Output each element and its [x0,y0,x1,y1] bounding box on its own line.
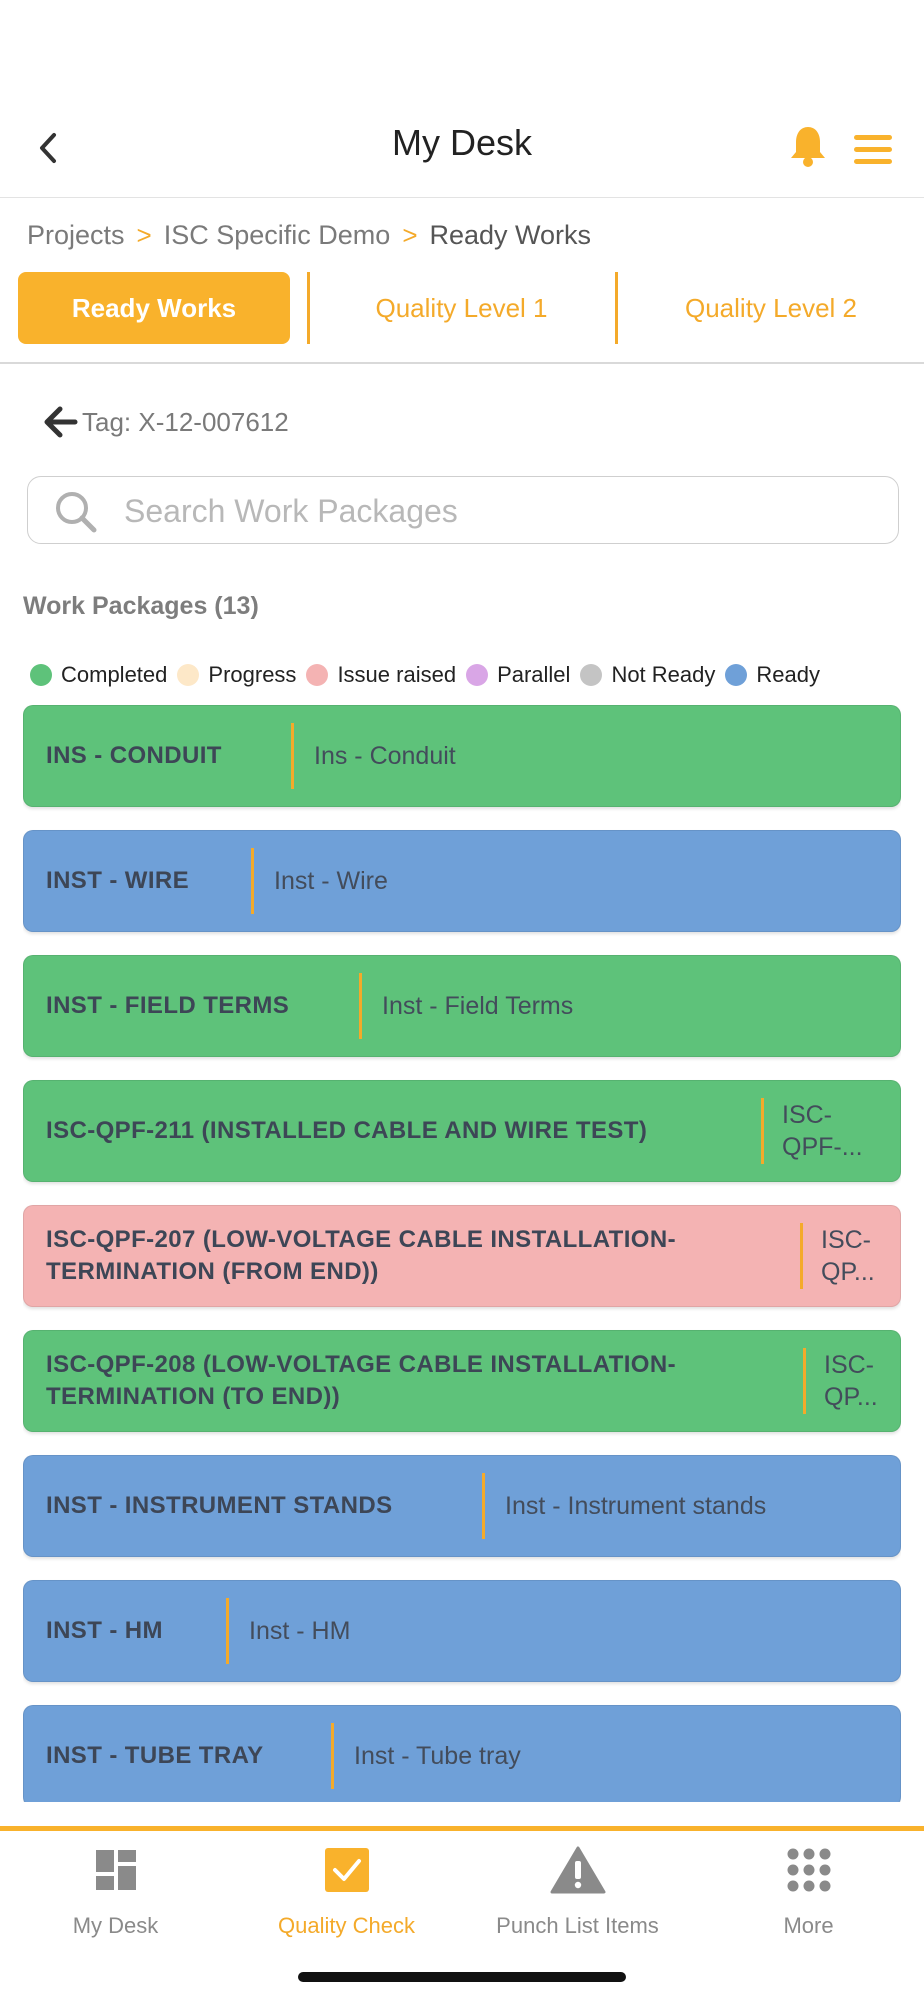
nav-more[interactable]: More [693,1831,924,1951]
legend-item-issue-raised: Issue raised [306,662,456,688]
tab-quality-level-1[interactable]: Quality Level 1 [310,272,613,344]
work-package-name: INST - INSTRUMENT STANDS [46,1492,393,1519]
work-package-name: INS - CONDUIT [46,742,222,769]
warning-icon [550,1846,606,1894]
breadcrumb: Projects > ISC Specific Demo > Ready Wor… [27,220,591,251]
tag-label: Tag: X-12-007612 [82,406,289,437]
nav-punch-list-items[interactable]: Punch List Items [462,1831,693,1951]
bell-icon [791,127,825,167]
search-icon [56,492,97,533]
nav-label: Punch List Items [496,1913,659,1938]
work-package-description: Inst - Field Terms [382,992,574,1020]
notifications-button[interactable] [788,124,828,168]
breadcrumb-projects[interactable]: Projects [27,220,125,251]
checkbox-icon [325,1848,369,1892]
grid-dots-icon [787,1848,831,1892]
work-package-description: ISC-QP... [821,1226,875,1286]
legend-item-parallel: Parallel [466,662,570,688]
work-package-name: ISC-QPF-207 (LOW-VOLTAGE CABLE INSTALLAT… [46,1226,676,1285]
legend-label: Not Ready [611,662,716,687]
work-package-card[interactable]: INST - HM Inst - HM [23,1580,901,1682]
status-legend: Completed Progress Issue raised Parallel… [30,662,830,688]
work-package-description: Ins - Conduit [314,742,456,770]
work-package-description: Inst - Instrument stands [505,1492,767,1520]
work-package-name: ISC-QPF-208 (LOW-VOLTAGE CABLE INSTALLAT… [46,1351,676,1410]
legend-label: Ready [756,662,820,687]
search-box [27,476,899,544]
page-title: My Desk [391,122,532,163]
legend-dot [725,664,748,686]
work-package-card[interactable]: INST - WIRE Inst - Wire [23,830,901,932]
app-header: My Desk [0,0,924,198]
work-package-card[interactable]: INS - CONDUIT Ins - Conduit [23,705,901,807]
legend-dot [306,664,329,686]
work-package-description: Inst - HM [249,1617,351,1645]
work-package-name: INST - FIELD TERMS [46,992,290,1019]
work-package-description: Inst - Wire [274,867,388,895]
legend-label: Issue raised [337,662,457,687]
legend-item-completed: Completed [30,662,167,688]
work-package-name: INST - HM [46,1617,163,1644]
work-package-description: Inst - Tube tray [354,1742,521,1770]
work-package-card[interactable]: INST - FIELD TERMS Inst - Field Terms [23,955,901,1057]
nav-label: More [783,1913,834,1938]
work-package-name: INST - WIRE [46,867,190,894]
work-package-card[interactable]: ISC-QPF-211 (INSTALLED CABLE AND WIRE TE… [23,1080,901,1182]
tag-back-row[interactable]: Tag: X-12-007612 [44,406,289,438]
work-package-name: INST - TUBE TRAY [46,1742,264,1769]
legend-label: Progress [208,662,297,687]
hamburger-menu-icon [854,135,892,164]
legend-dot [580,664,603,686]
breadcrumb-project-name[interactable]: ISC Specific Demo [164,220,391,251]
breadcrumb-separator: > [136,220,152,250]
breadcrumb-current: Ready Works [429,220,592,250]
legend-label: Completed [61,662,168,687]
legend-dot [177,664,200,686]
work-package-description: ISC-QP... [824,1351,878,1411]
arrow-left-icon [44,406,78,438]
work-package-card[interactable]: INST - INSTRUMENT STANDS Inst - Instrume… [23,1455,901,1557]
nav-quality-check[interactable]: Quality Check [231,1831,462,1951]
work-packages-title: Work Packages (13) [23,592,259,620]
legend-item-not-ready: Not Ready [580,662,715,688]
work-package-card[interactable]: ISC-QPF-208 (LOW-VOLTAGE CABLE INSTALLAT… [23,1330,901,1432]
tab-ready-works[interactable]: Ready Works [18,272,290,344]
legend-label: Parallel [497,662,571,687]
tab-bar: Ready Works Quality Level 1 Quality Leve… [0,272,924,364]
home-indicator[interactable] [298,1972,626,1982]
work-package-name: ISC-QPF-211 (INSTALLED CABLE AND WIRE TE… [46,1117,648,1144]
breadcrumb-separator: > [402,220,418,250]
work-package-description: ISC-QPF-... [782,1101,863,1161]
search-input[interactable] [122,483,866,539]
dashboard-icon [96,1850,136,1890]
nav-label: My Desk [72,1913,159,1938]
menu-button[interactable] [852,132,894,168]
work-package-list: INS - CONDUIT Ins - Conduit INST - WIRE … [23,705,901,1802]
nav-label: Quality Check [278,1913,415,1938]
legend-item-ready: Ready [725,662,820,688]
legend-dot [466,664,489,686]
legend-item-progress: Progress [177,662,296,688]
work-package-card[interactable]: INST - TUBE TRAY Inst - Tube tray [23,1705,901,1802]
legend-dot [30,664,52,686]
work-package-card[interactable]: ISC-QPF-207 (LOW-VOLTAGE CABLE INSTALLAT… [23,1205,901,1307]
nav-my-desk[interactable]: My Desk [0,1831,231,1951]
tab-quality-level-2[interactable]: Quality Level 2 [618,272,924,344]
